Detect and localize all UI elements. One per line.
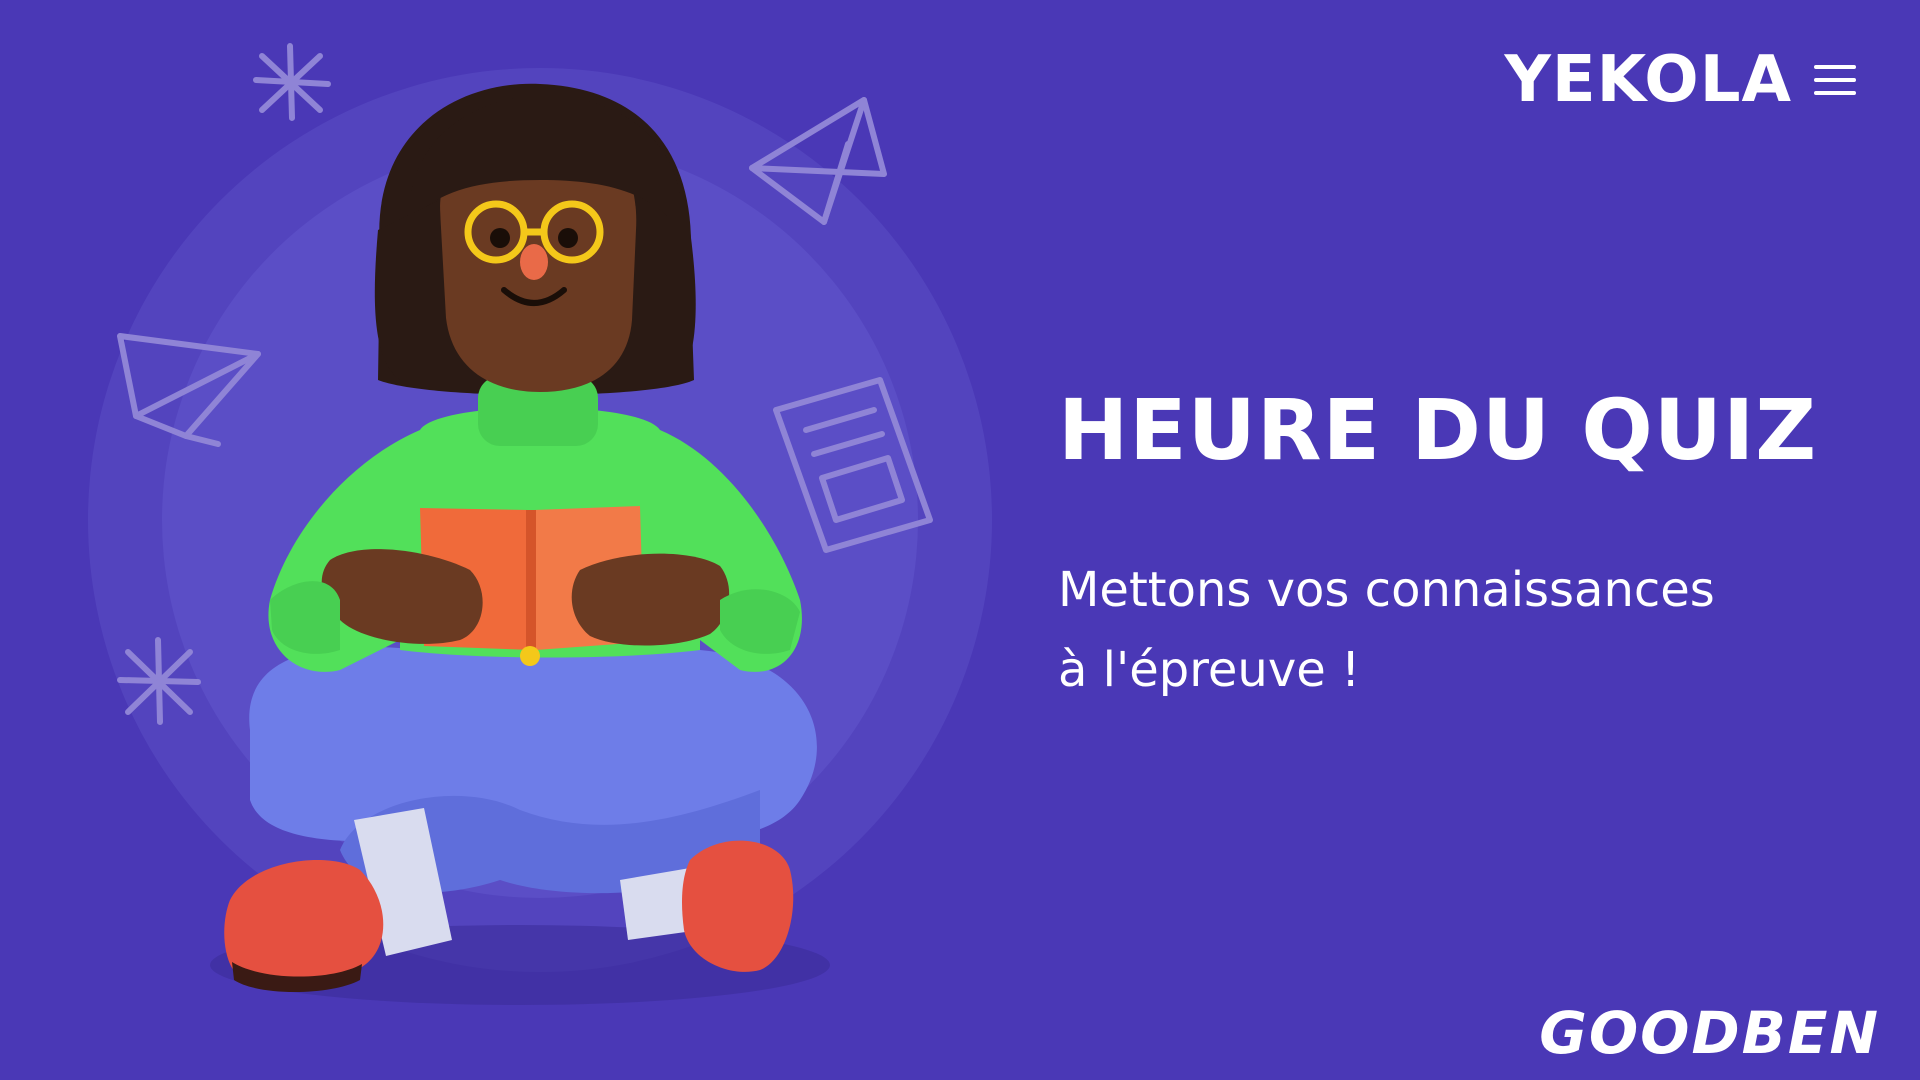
eye-right bbox=[558, 228, 578, 248]
nose bbox=[520, 244, 548, 280]
shoe-right bbox=[682, 840, 794, 972]
page-title: HEURE DU QUIZ bbox=[1058, 381, 1818, 479]
brand-header: YEKOLA bbox=[1504, 43, 1856, 117]
author-signature: GOODBEN bbox=[1539, 999, 1880, 1067]
subtitle-line-1: Mettons vos connaissances bbox=[1058, 562, 1715, 618]
page-subtitle: Mettons vos connaissances à l'épreuve ! bbox=[1058, 550, 1838, 710]
eye-left bbox=[490, 228, 510, 248]
hair-left bbox=[374, 200, 442, 380]
sparkle-icon bbox=[117, 637, 201, 725]
belt-buckle bbox=[520, 646, 540, 666]
hamburger-menu-icon[interactable] bbox=[1814, 65, 1856, 95]
book-spine bbox=[526, 510, 536, 650]
quiz-slide: YEKOLA HEURE DU QUIZ Mettons vos connais… bbox=[0, 0, 1920, 1080]
reading-person-illustration bbox=[88, 43, 992, 1005]
subtitle-line-2: à l'épreuve ! bbox=[1058, 642, 1361, 698]
hand-right bbox=[571, 553, 730, 646]
brand-logo: YEKOLA bbox=[1504, 43, 1792, 117]
sparkle-icon bbox=[253, 43, 331, 121]
